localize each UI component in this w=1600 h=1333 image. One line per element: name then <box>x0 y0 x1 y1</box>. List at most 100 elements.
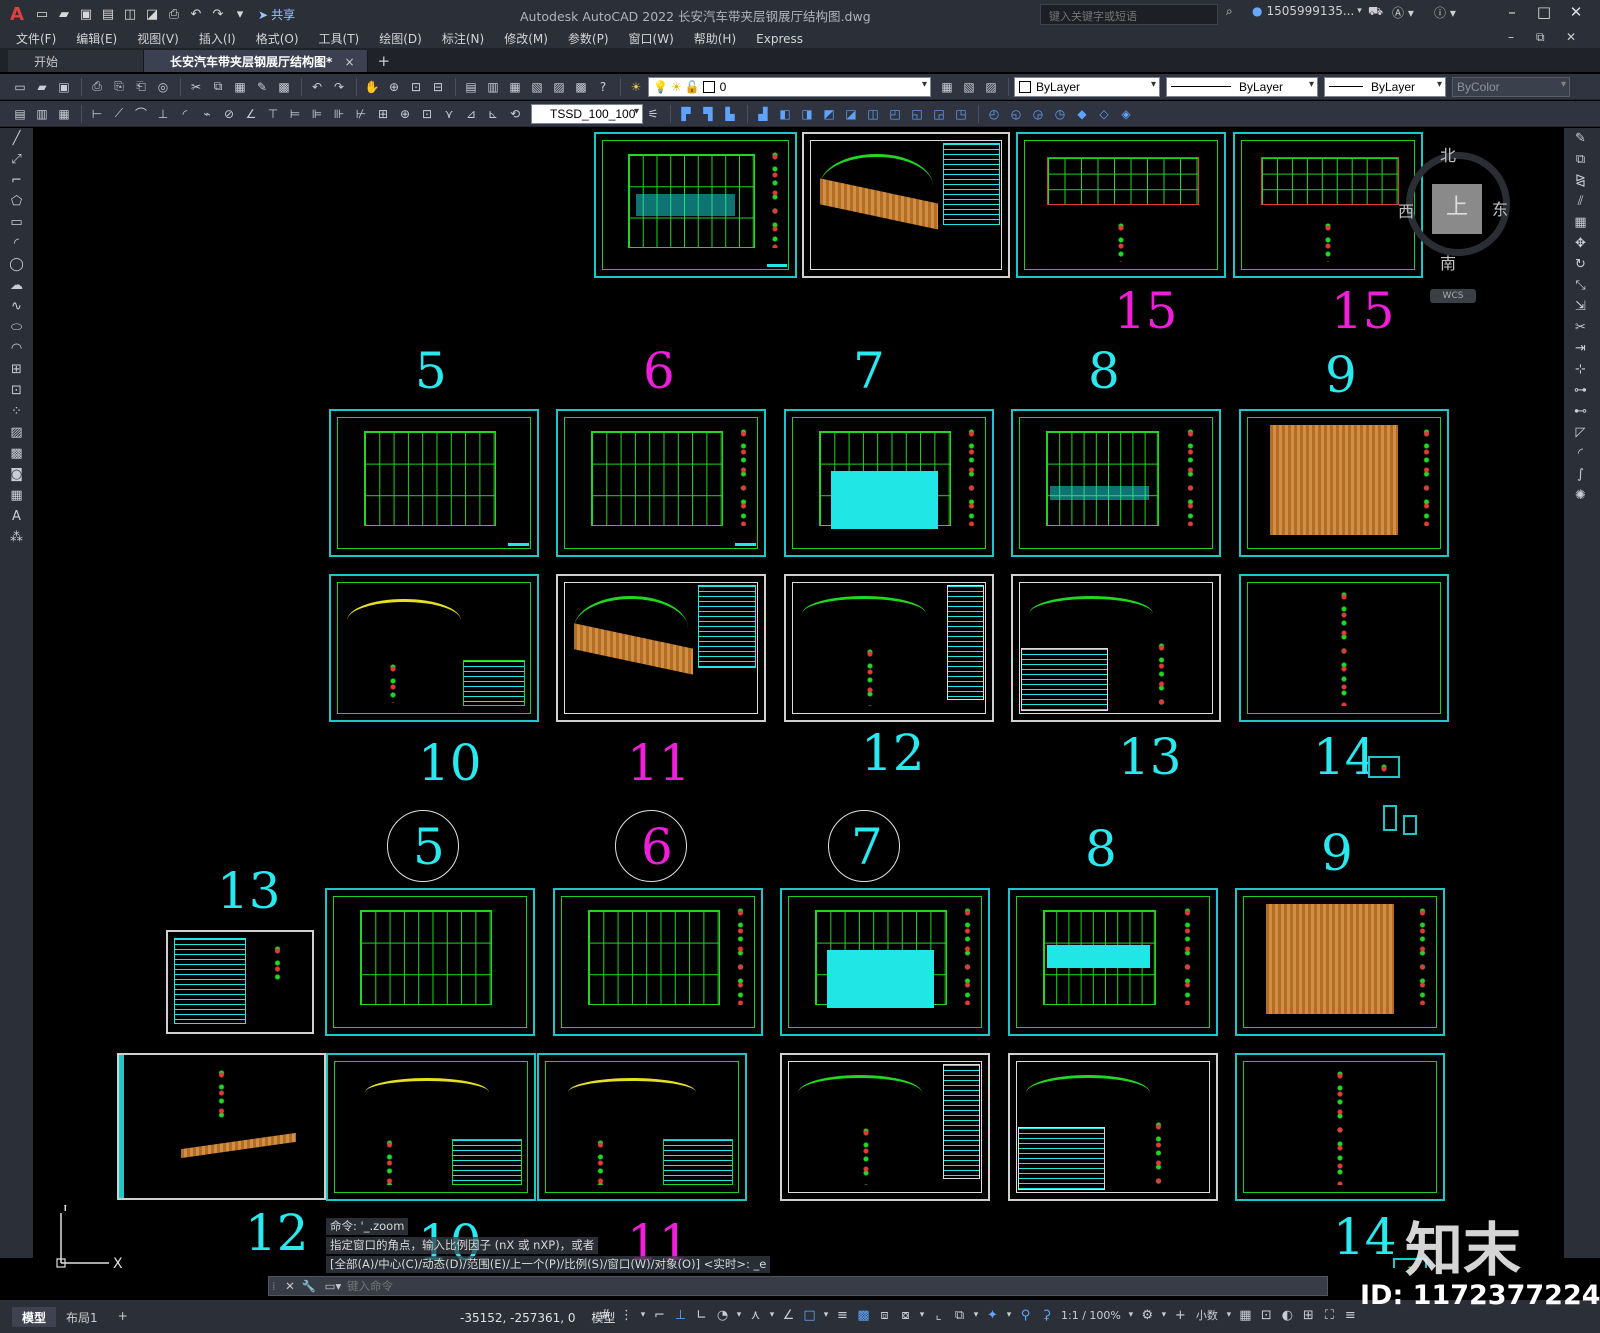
explode-icon[interactable]: ✺ <box>1564 485 1597 506</box>
stretch-icon[interactable]: ⇲ <box>1564 296 1597 317</box>
chevron-down-icon[interactable]: ▾ <box>767 1305 777 1325</box>
lock-ui-icon[interactable]: ⊡ <box>1257 1305 1276 1325</box>
clean-screen-icon[interactable]: ⛶ <box>1320 1305 1339 1325</box>
sheet-set-icon[interactable]: ▧ <box>527 77 547 97</box>
drawing-sheet[interactable] <box>117 1053 326 1200</box>
wcs-menu[interactable]: WCS <box>1430 289 1476 303</box>
view-icon[interactable]: ▟ <box>753 104 773 124</box>
inspect-icon[interactable]: ⊡ <box>417 104 437 124</box>
close-command-icon[interactable]: ✕ <box>281 1279 299 1293</box>
gradient-icon[interactable]: ▩ <box>0 443 33 464</box>
menu-insert[interactable]: 插入(I) <box>199 30 236 47</box>
dim-space-icon[interactable]: ⊪ <box>329 104 349 124</box>
render-icon[interactable]: ◆ <box>1072 104 1092 124</box>
revision-cloud-icon[interactable]: ☁ <box>0 275 33 296</box>
drawing-sheet[interactable] <box>1233 132 1423 278</box>
paste-icon[interactable]: ▦ <box>230 77 250 97</box>
drawing-sheet[interactable] <box>594 132 797 278</box>
menu-format[interactable]: 格式(O) <box>256 30 299 47</box>
save-icon[interactable]: ▣ <box>54 77 74 97</box>
table-icon[interactable]: ▦ <box>0 485 33 506</box>
chevron-down-icon[interactable]: ▾ <box>1004 1305 1014 1325</box>
3d-osnap-icon[interactable]: ⧇ <box>896 1305 915 1325</box>
command-input[interactable] <box>347 1278 1327 1294</box>
drawing-sheet[interactable] <box>553 888 763 1036</box>
selection-cycling-icon[interactable]: ⧈ <box>875 1305 894 1325</box>
point-icon[interactable]: ⁘ <box>0 401 33 422</box>
erase-icon[interactable]: ✎ <box>1564 128 1597 149</box>
share-button[interactable]: ➤ 共享 <box>252 6 301 23</box>
chevron-down-icon[interactable]: ▾ <box>917 1305 927 1325</box>
minimize-icon[interactable]: – <box>1500 3 1524 25</box>
menu-view[interactable]: 视图(V) <box>137 30 179 47</box>
menu-modify[interactable]: 修改(M) <box>504 30 548 47</box>
search-input[interactable] <box>1040 4 1218 25</box>
quick-properties-icon[interactable]: ▦ <box>1236 1305 1255 1325</box>
properties-quick-icon[interactable]: ▥ <box>32 104 52 124</box>
linetype-dropdown[interactable]: ByLayer ▾ <box>1166 76 1318 97</box>
layer-states-icon[interactable]: ▦ <box>54 104 74 124</box>
compass-south[interactable]: 南 <box>1440 250 1456 274</box>
named-views-icon[interactable]: ◵ <box>1006 104 1026 124</box>
compass-west[interactable]: 西 <box>1398 198 1414 222</box>
drawing-sheet[interactable] <box>802 132 1010 278</box>
dim-break-icon[interactable]: ⊬ <box>351 104 371 124</box>
drawing-sheet[interactable] <box>780 1053 990 1201</box>
drawing-canvas[interactable]: 15 15 5 6 7 8 9 10 11 12 13 14 5 6 7 8 9… <box>33 128 1564 1268</box>
rotate-icon[interactable]: ↻ <box>1564 254 1597 275</box>
help-icon[interactable]: ? <box>593 77 613 97</box>
mirror-icon[interactable]: ⧎ <box>1564 170 1597 191</box>
gizmo-icon[interactable]: ✦ <box>983 1305 1002 1325</box>
dimstyle-dropdown[interactable]: TSSD_100_100 ▾ <box>531 103 643 124</box>
infer-constraints-icon[interactable]: ⌐ <box>650 1305 669 1325</box>
save-web-icon[interactable]: ◪ <box>142 5 162 25</box>
menu-tools[interactable]: 工具(T) <box>319 30 360 47</box>
color-dropdown[interactable]: ByLayer ▾ <box>1014 76 1160 97</box>
customization-icon[interactable]: ≡ <box>1341 1305 1360 1325</box>
materials-icon[interactable]: ◈ <box>1116 104 1136 124</box>
undo-icon[interactable]: ↶ <box>186 5 206 25</box>
layer-dropdown[interactable]: 💡 ☀ 🔓 0 ▾ <box>648 76 931 97</box>
tab-start[interactable]: 开始 <box>8 50 144 72</box>
jogged-linear-icon[interactable]: ⋎ <box>439 104 459 124</box>
new-tab-button[interactable]: + <box>368 52 401 72</box>
line-icon[interactable]: ╱ <box>0 128 33 149</box>
dim-style-manager-icon[interactable]: ⚟ <box>643 104 663 124</box>
compass-east[interactable]: 东 <box>1492 196 1508 220</box>
tab-document[interactable]: 长安汽车带夹层钢展厅结构图* × <box>144 50 368 72</box>
drawing-sheet[interactable] <box>1016 132 1226 278</box>
region-icon[interactable]: ◙ <box>0 464 33 485</box>
make-block-icon[interactable]: ⊡ <box>0 380 33 401</box>
layer-properties-icon[interactable]: ☀ <box>626 77 646 97</box>
diameter-dim-icon[interactable]: ⊘ <box>219 104 239 124</box>
viewcube[interactable]: 上 北 南 西 东 WCS <box>1398 142 1510 303</box>
undo-icon[interactable]: ↶ <box>307 77 327 97</box>
redo-icon[interactable]: ↷ <box>329 77 349 97</box>
lights-icon[interactable]: ◇ <box>1094 104 1114 124</box>
visual-styles-icon[interactable]: ◷ <box>1050 104 1070 124</box>
copy-object-icon[interactable]: ⧉ <box>1564 149 1597 170</box>
isolate-objects-icon[interactable]: ◐ <box>1278 1305 1297 1325</box>
drawing-sheet[interactable] <box>537 1053 747 1201</box>
ellipse-icon[interactable]: ⬭ <box>0 317 33 338</box>
maximize-icon[interactable]: □ <box>1532 3 1556 25</box>
close-tab-icon[interactable]: × <box>344 55 354 69</box>
insert-block-icon[interactable]: ⊞ <box>0 359 33 380</box>
dim-update-icon[interactable]: ⟲ <box>505 104 525 124</box>
chevron-down-icon[interactable]: ▾ <box>1126 1305 1136 1325</box>
close-icon[interactable]: ✕ <box>1564 3 1588 25</box>
save-icon[interactable]: ▣ <box>76 5 96 25</box>
menu-draw[interactable]: 绘图(D) <box>379 30 422 47</box>
snap-icon[interactable]: ⋮ <box>617 1305 636 1325</box>
save-as-icon[interactable]: ▤ <box>98 5 118 25</box>
break-at-point-icon[interactable]: ⊹ <box>1564 359 1597 380</box>
autocad-logo-icon[interactable]: A <box>4 3 30 27</box>
draworder-icon[interactable]: ▤ <box>10 104 30 124</box>
user-account[interactable]: ● 1505999135... ▾ <box>1252 4 1362 18</box>
mdi-restore-icon[interactable]: ⧉ <box>1536 30 1545 45</box>
ucs-zaxis-icon[interactable]: ◫ <box>863 104 883 124</box>
lineweight-dropdown[interactable]: ByLayer ▾ <box>1324 76 1446 97</box>
array-icon[interactable]: ▦ <box>1564 212 1597 233</box>
linear-dim-icon[interactable]: ⊢ <box>87 104 107 124</box>
hatch-icon[interactable]: ▨ <box>0 422 33 443</box>
